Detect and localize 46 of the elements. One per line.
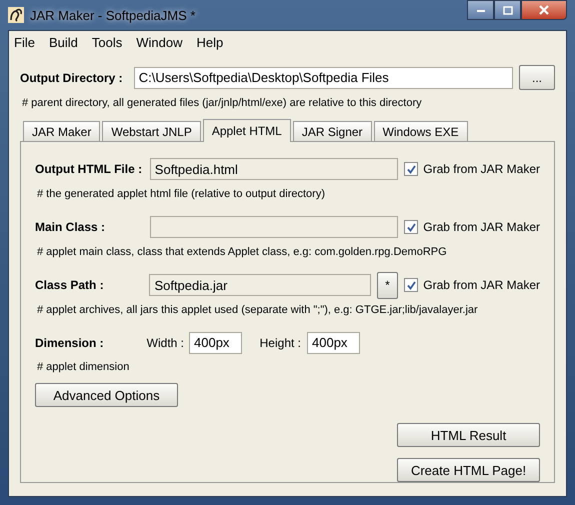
app-logo-icon — [8, 7, 24, 23]
height-label: Height : — [258, 336, 301, 350]
hint-text: # applet archives, all jars this applet used (separate with ";"), e.g: GTGE.jar;lib/javalayer.jar — [37, 304, 479, 318]
hint-text: # applet main class, class that extends Applet class, e.g: com.golden.rpg.DemoRPG — [37, 246, 448, 260]
window-title: JAR Maker - SoftpediaJMS * — [30, 8, 196, 22]
maximize-icon — [502, 6, 512, 14]
minimize-button[interactable] — [467, 0, 494, 20]
hint-text: # applet dimension — [37, 361, 130, 376]
action-button[interactable]: HTML Result — [397, 423, 540, 448]
hint-text: # parent directory, all generated files (jar/jnlp/html/exe) are relative to this directory — [22, 97, 423, 111]
action-button[interactable]: Create HTML Page! — [397, 458, 540, 482]
grab-checkbox[interactable]: Grab from JAR Maker — [404, 162, 540, 176]
minimize-icon — [476, 7, 486, 13]
text-field[interactable]: Softpedia.html — [150, 158, 398, 180]
browse-button[interactable]: ... — [519, 65, 555, 90]
maximize-button[interactable] — [494, 0, 521, 20]
menu-item[interactable]: Help — [196, 34, 224, 50]
close-icon — [538, 5, 550, 15]
height-field[interactable]: 400px — [307, 332, 360, 354]
menu-item[interactable]: Window — [136, 34, 182, 50]
menu-item[interactable]: Tools — [92, 34, 122, 50]
text-field[interactable]: Softpedia.jar — [149, 274, 371, 296]
close-button[interactable] — [521, 0, 567, 20]
field-label: Output Directory : — [20, 70, 124, 84]
field-label: Output HTML File : — [35, 162, 144, 176]
hint-text: # the generated applet html file (relative to output directory) — [37, 188, 326, 202]
tab[interactable]: Webstart JNLP — [102, 121, 201, 141]
checkmark-icon — [406, 222, 417, 233]
checkmark-icon — [406, 280, 417, 290]
output-directory-field[interactable]: C:\Users\Softpedia\Desktop\Softpedia Files — [134, 66, 514, 88]
width-label: Width : — [146, 336, 184, 350]
menu-item[interactable]: File — [14, 34, 35, 50]
menu-item[interactable]: Build — [48, 34, 78, 50]
field-label: Class Path : — [35, 278, 105, 292]
field-label: Main Class : — [35, 220, 106, 234]
tab[interactable]: JAR Signer — [292, 121, 372, 141]
text-field[interactable] — [150, 216, 398, 238]
tab[interactable]: JAR Maker — [23, 121, 100, 141]
grab-checkbox[interactable]: Grab from JAR Maker — [404, 278, 540, 292]
advanced-options-button[interactable]: Advanced Options — [35, 383, 178, 408]
grab-checkbox[interactable]: Grab from JAR Maker — [404, 220, 540, 234]
width-field[interactable]: 400px — [189, 332, 242, 354]
checkmark-icon — [406, 164, 417, 175]
tab[interactable]: Applet HTML — [202, 119, 291, 142]
edit-button[interactable]: * — [376, 272, 398, 298]
tab[interactable]: Windows EXE — [374, 121, 468, 141]
